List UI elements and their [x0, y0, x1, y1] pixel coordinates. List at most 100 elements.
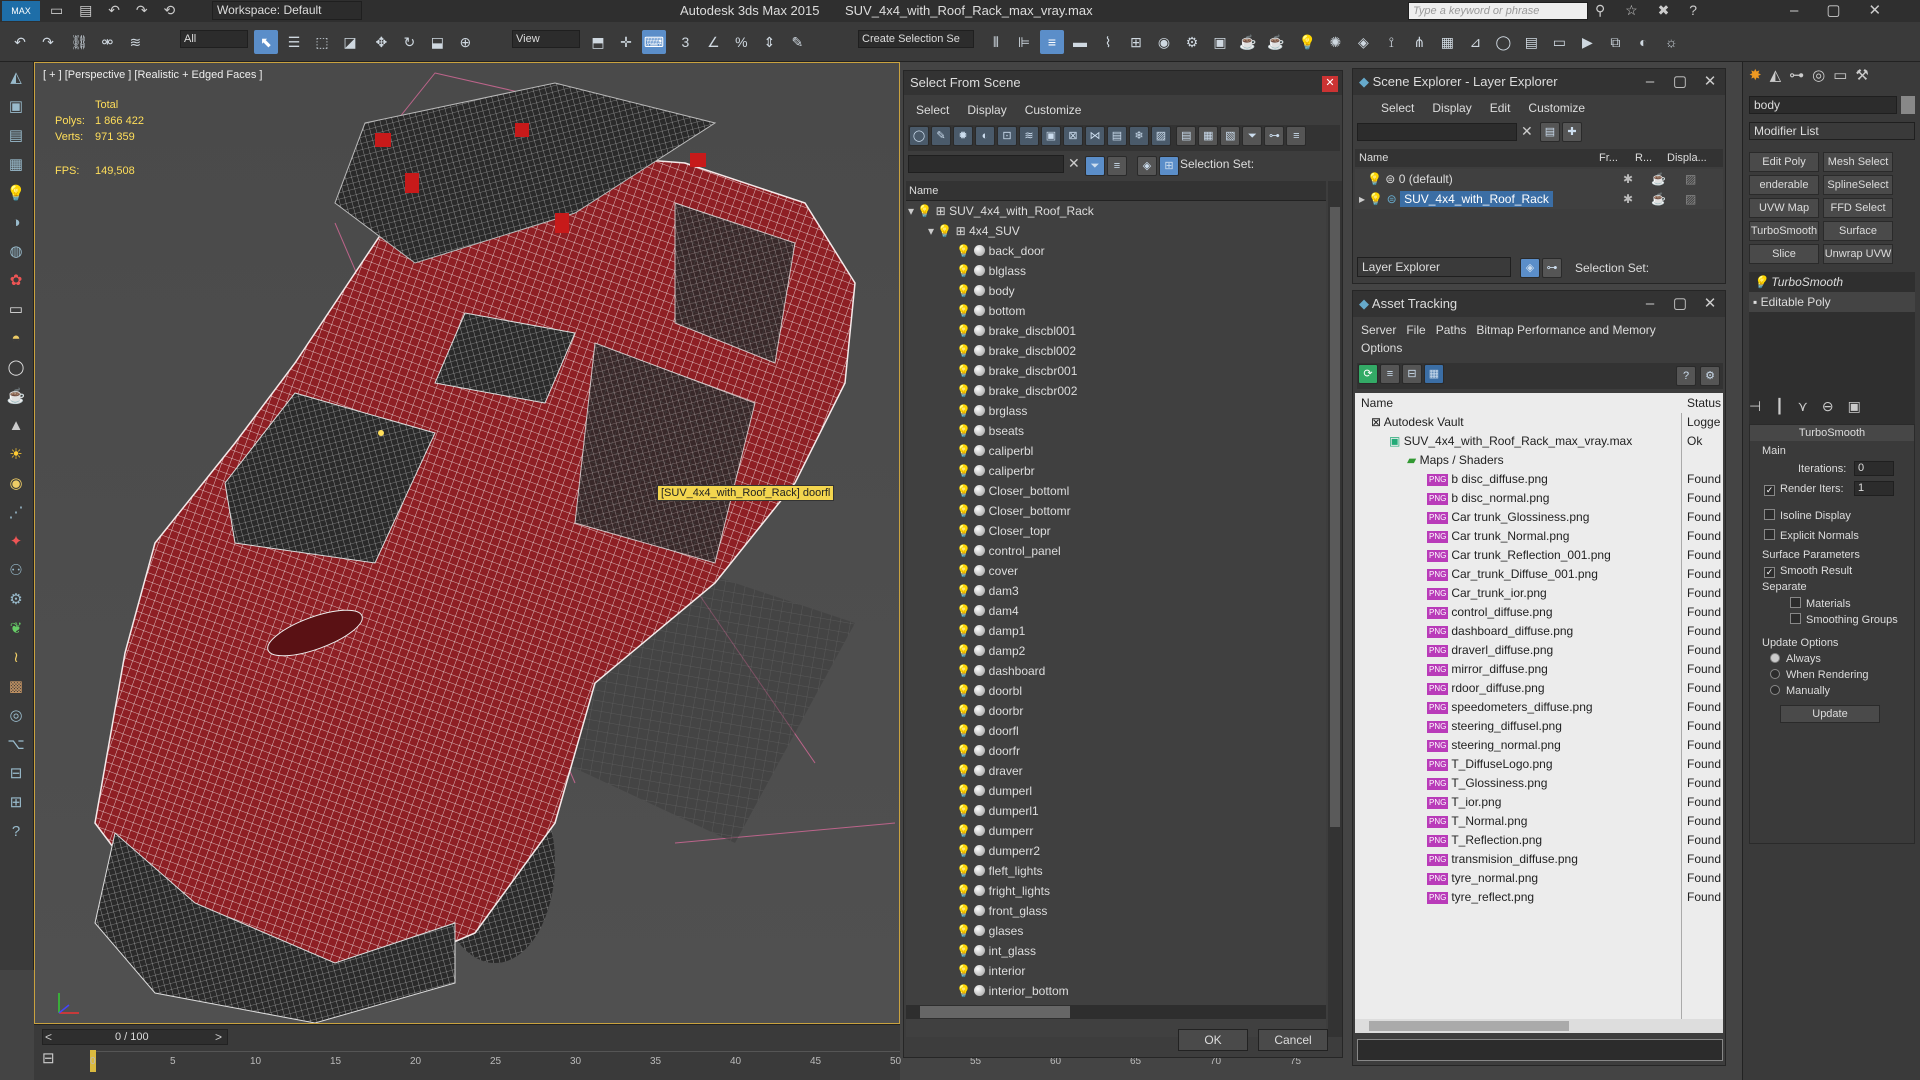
- when-rendering-row[interactable]: When Rendering: [1770, 669, 1869, 681]
- script-icon[interactable]: ⌥: [3, 732, 29, 758]
- visibility-bulb-icon[interactable]: 💡: [956, 824, 971, 838]
- list-header-name[interactable]: Name: [906, 181, 1326, 201]
- render-iters-checkbox[interactable]: ✓: [1764, 485, 1775, 496]
- table-row[interactable]: PNG control_diffuse.png Found: [1355, 603, 1723, 622]
- visibility-bulb-icon[interactable]: 💡: [956, 764, 971, 778]
- visibility-bulb-icon[interactable]: 💡: [956, 324, 971, 338]
- cone-icon[interactable]: ▲: [3, 413, 29, 439]
- menu-edit[interactable]: Edit: [1490, 101, 1511, 115]
- spline-select-button[interactable]: SplineSelect: [1823, 175, 1893, 195]
- materials-checkbox[interactable]: [1790, 597, 1801, 608]
- list-item[interactable]: 💡 caliperbl: [906, 441, 1326, 461]
- vray-light-icon[interactable]: 💡: [1295, 30, 1319, 54]
- list-item[interactable]: 💡 interior_bottom: [906, 981, 1326, 1001]
- explicit-row[interactable]: Explicit Normals: [1764, 529, 1859, 542]
- visibility-bulb-icon[interactable]: 💡: [956, 424, 971, 438]
- time-slider[interactable]: < 0 / 100 >: [42, 1029, 228, 1045]
- find-case-icon[interactable]: ⏷: [1085, 156, 1105, 176]
- list-item[interactable]: 💡 draver: [906, 761, 1326, 781]
- curve-editor-icon[interactable]: ⌇: [1096, 30, 1120, 54]
- vertical-scrollbar[interactable]: [1328, 181, 1342, 1037]
- refresh-icon[interactable]: ⟳: [1358, 364, 1378, 384]
- biped-icon[interactable]: ⚇: [3, 558, 29, 584]
- minimize-icon[interactable]: –: [1635, 291, 1665, 317]
- vray-proxy-icon[interactable]: ▦: [1435, 30, 1459, 54]
- table-row[interactable]: PNG T_Glossiness.png Found: [1355, 774, 1723, 793]
- visibility-bulb-icon[interactable]: 💡: [956, 944, 971, 958]
- window-crossing-icon[interactable]: ◪: [338, 30, 362, 54]
- settings-icon[interactable]: ⚙: [1700, 366, 1720, 386]
- visibility-bulb-icon[interactable]: 💡: [956, 864, 971, 878]
- keyboard-shortcut-icon[interactable]: ⌨: [642, 30, 666, 54]
- menu-select[interactable]: Select: [1381, 101, 1414, 115]
- toolbar-undo-group[interactable]: ↶ ↷ ⛓ ⚮ ≋: [6, 30, 149, 54]
- layer-manager-icon[interactable]: ≡: [1040, 30, 1064, 54]
- app-logo[interactable]: MAX: [2, 1, 40, 21]
- render-icon[interactable]: ☕: [1236, 30, 1260, 54]
- menu-display[interactable]: Display: [967, 103, 1006, 117]
- col-name[interactable]: Name: [1361, 393, 1393, 413]
- visibility-bulb-icon[interactable]: 💡: [956, 644, 971, 658]
- filter-bones-icon[interactable]: ⋈: [1085, 126, 1105, 146]
- named-selection-dropdown[interactable]: Create Selection Se: [858, 30, 974, 48]
- ribbon-icon[interactable]: ▬: [1068, 30, 1092, 54]
- visibility-bulb-icon[interactable]: 💡: [956, 464, 971, 478]
- add-to-layer-icon[interactable]: ✚: [1562, 122, 1582, 142]
- visibility-bulb-icon[interactable]: 💡: [956, 384, 971, 398]
- window-controls[interactable]: –▢✕: [1790, 1, 1909, 19]
- when-rendering-radio[interactable]: [1770, 669, 1780, 679]
- list-item[interactable]: 💡 brglass: [906, 401, 1326, 421]
- angle-snap-icon[interactable]: ∠: [701, 30, 725, 54]
- table-row[interactable]: PNG Car_trunk_Diffuse_001.png Found: [1355, 565, 1723, 584]
- scale-icon[interactable]: ⬓: [425, 30, 449, 54]
- vray-camera-icon[interactable]: ▶: [1575, 30, 1599, 54]
- list-item[interactable]: 💡 dashboard: [906, 661, 1326, 681]
- list-item[interactable]: 💡 cover: [906, 561, 1326, 581]
- list-item[interactable]: 💡 dumperl1: [906, 801, 1326, 821]
- hierarchy-mode-icon[interactable]: ⊶: [1542, 258, 1562, 278]
- ok-button[interactable]: OK: [1178, 1029, 1248, 1051]
- filter-lights-icon[interactable]: ✹: [953, 126, 973, 146]
- pivot-icon[interactable]: ⬒: [586, 30, 610, 54]
- select-object-icon[interactable]: ⬉: [254, 30, 278, 54]
- render-env-icon[interactable]: ◎: [3, 703, 29, 729]
- undo-icon[interactable]: ↶: [8, 30, 32, 54]
- visibility-bulb-icon[interactable]: 💡: [956, 544, 971, 558]
- quick-access-icons[interactable]: ▭ ▤ ↶ ↷ ⟲: [50, 2, 181, 19]
- surface-select-button[interactable]: Surface Select: [1823, 221, 1893, 255]
- select-manipulate-icon[interactable]: ✛: [614, 30, 638, 54]
- visibility-bulb-icon[interactable]: 💡: [956, 504, 971, 518]
- list-item[interactable]: 💡 brake_discbl002: [906, 341, 1326, 361]
- renderable-spline-button[interactable]: enderable Splir: [1749, 175, 1819, 209]
- list-item[interactable]: 💡 blglass: [906, 261, 1326, 281]
- create-icon[interactable]: ◭: [3, 65, 29, 91]
- visibility-bulb-icon[interactable]: 💡: [956, 724, 971, 738]
- manually-row[interactable]: Manually: [1770, 685, 1830, 697]
- stack-tools[interactable]: ⊣┃⋎⊖▣: [1749, 398, 1875, 415]
- object-name-input[interactable]: body: [1749, 96, 1897, 114]
- hair-icon[interactable]: ≀: [3, 645, 29, 671]
- maximize-icon[interactable]: ▢: [1665, 291, 1695, 317]
- list-item[interactable]: 💡 dam4: [906, 601, 1326, 621]
- vray-dome-icon[interactable]: ◈: [1351, 30, 1375, 54]
- asset-horizontal-scrollbar[interactable]: [1355, 1019, 1723, 1033]
- cylinder-icon[interactable]: ◓: [3, 326, 29, 352]
- list-item[interactable]: 💡 dam3: [906, 581, 1326, 601]
- display-all-icon[interactable]: ▦: [1198, 126, 1219, 146]
- list-item-root[interactable]: ▾ 💡 ⊞ SUV_4x4_with_Roof_Rack: [906, 201, 1326, 221]
- layers-stack-icon[interactable]: ◈: [1137, 156, 1157, 176]
- options-icon[interactable]: ≡: [1286, 126, 1307, 146]
- list-item-group[interactable]: ▾ 💡 ⊞ 4x4_SUV: [906, 221, 1326, 241]
- table-row[interactable]: PNG mirror_diffuse.png Found: [1355, 660, 1723, 679]
- object-color-swatch[interactable]: [1901, 96, 1915, 114]
- perspective-viewport[interactable]: [ + ] [Perspective ] [Realistic + Edged …: [34, 62, 900, 1024]
- show-end-result-icon[interactable]: ┃: [1775, 398, 1797, 414]
- list-item[interactable]: 💡 dumperr: [906, 821, 1326, 841]
- vray-plane-icon[interactable]: ⊿: [1463, 30, 1487, 54]
- col-display[interactable]: Displa...: [1667, 149, 1707, 167]
- list-item[interactable]: 💡 brake_discbr001: [906, 361, 1326, 381]
- explorer-type-dropdown[interactable]: Layer Explorer: [1357, 257, 1511, 277]
- display-side-icon[interactable]: ▦: [3, 152, 29, 178]
- help-icons[interactable]: ⚲ ☆ ✖ ?: [1595, 2, 1705, 19]
- vray-physcam-icon[interactable]: ◐: [1631, 30, 1655, 54]
